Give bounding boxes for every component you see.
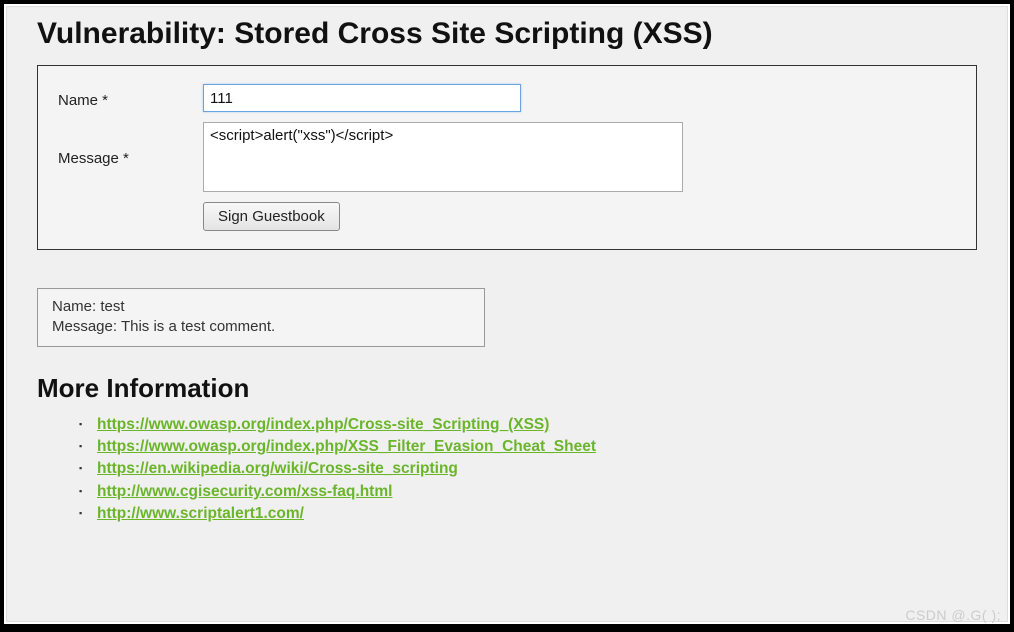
list-item: https://www.owasp.org/index.php/Cross-si… bbox=[79, 414, 977, 436]
info-link-1[interactable]: https://www.owasp.org/index.php/XSS_Filt… bbox=[97, 438, 596, 455]
message-textarea[interactable]: <script>alert("xss")</script> bbox=[203, 122, 683, 192]
name-label: Name * bbox=[58, 88, 203, 109]
list-item: http://www.scriptalert1.com/ bbox=[79, 503, 977, 525]
guestbook-entry: Name: test Message: This is a test comme… bbox=[37, 288, 485, 347]
info-link-3[interactable]: http://www.cgisecurity.com/xss-faq.html bbox=[97, 483, 392, 500]
entry-name-value: test bbox=[100, 298, 124, 315]
watermark: CSDN @.G( ); bbox=[905, 607, 1001, 623]
name-input[interactable] bbox=[203, 84, 521, 112]
list-item: http://www.cgisecurity.com/xss-faq.html bbox=[79, 481, 977, 503]
more-info-links: https://www.owasp.org/index.php/Cross-si… bbox=[37, 414, 977, 526]
page-title: Vulnerability: Stored Cross Site Scripti… bbox=[37, 17, 977, 51]
entry-message-row: Message: This is a test comment. bbox=[52, 317, 470, 337]
list-item: https://en.wikipedia.org/wiki/Cross-site… bbox=[79, 458, 977, 480]
entry-name-label: Name: bbox=[52, 298, 96, 315]
info-link-4[interactable]: http://www.scriptalert1.com/ bbox=[97, 505, 304, 522]
info-link-0[interactable]: https://www.owasp.org/index.php/Cross-si… bbox=[97, 416, 549, 433]
more-info-heading: More Information bbox=[37, 373, 977, 404]
entry-name-row: Name: test bbox=[52, 297, 470, 317]
sign-guestbook-button[interactable]: Sign Guestbook bbox=[203, 202, 340, 231]
message-label: Message * bbox=[58, 122, 203, 167]
info-link-2[interactable]: https://en.wikipedia.org/wiki/Cross-site… bbox=[97, 460, 458, 477]
guestbook-form: Name * Message * <script>alert("xss")</s… bbox=[37, 65, 977, 250]
list-item: https://www.owasp.org/index.php/XSS_Filt… bbox=[79, 436, 977, 458]
entry-message-value: This is a test comment. bbox=[121, 318, 275, 335]
entry-message-label: Message: bbox=[52, 318, 117, 335]
